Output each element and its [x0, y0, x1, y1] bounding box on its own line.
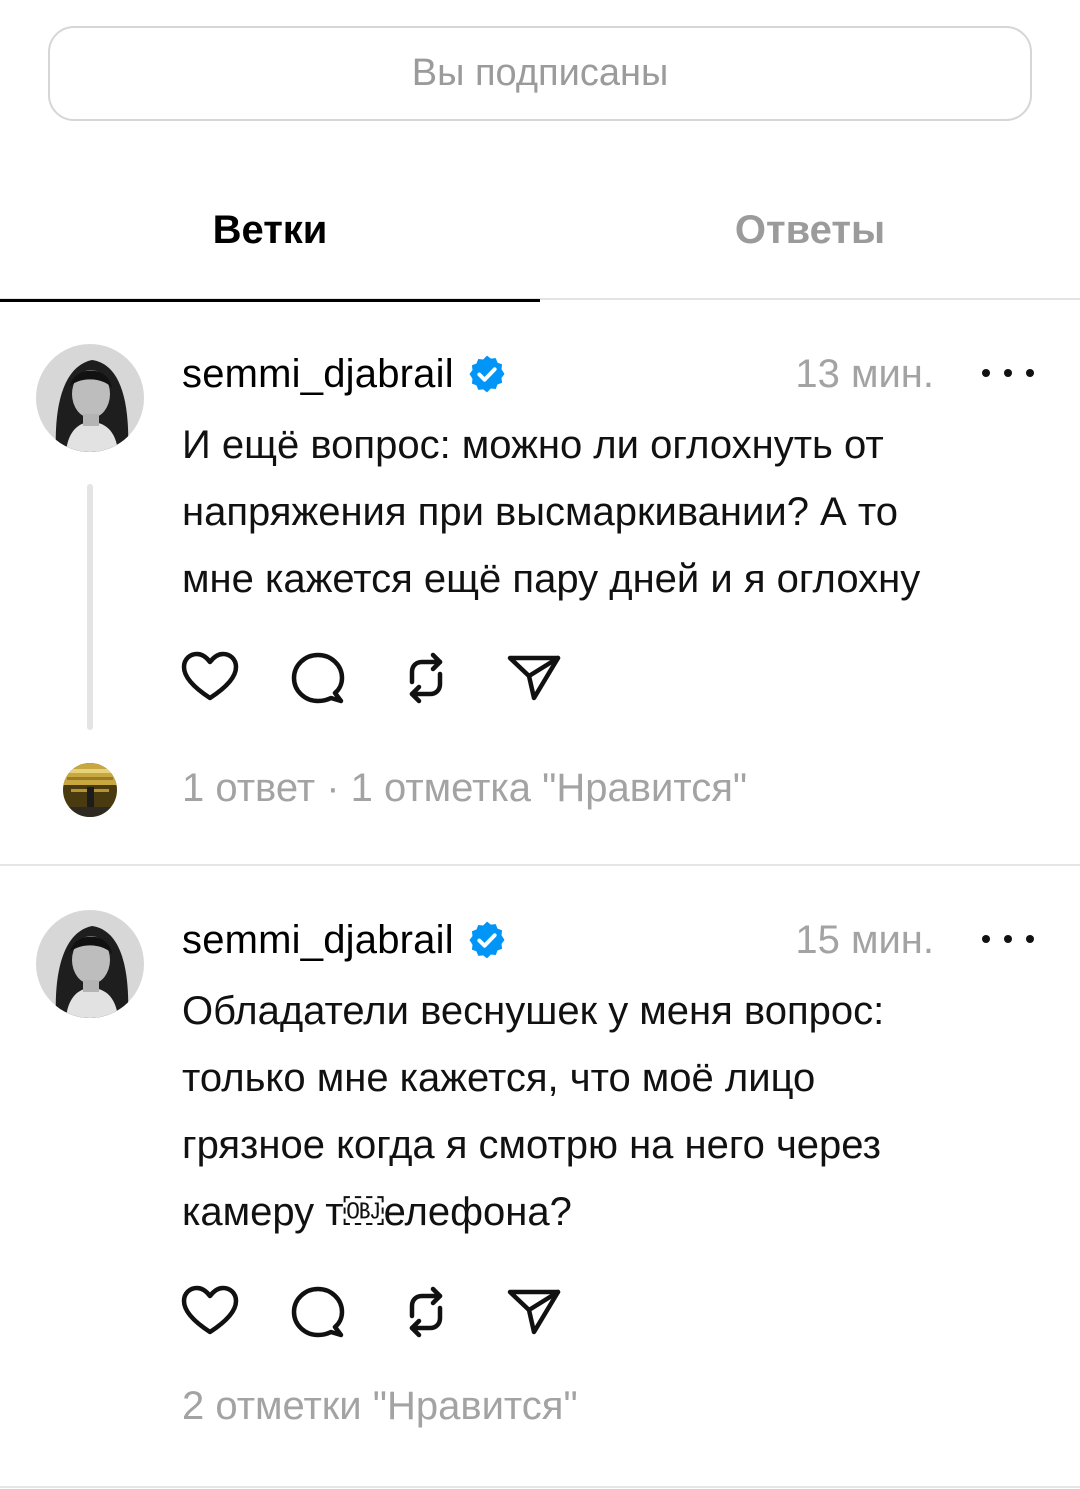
- post-time: 13 мин.: [795, 351, 934, 396]
- share-button[interactable]: [504, 1282, 564, 1342]
- post-time: 15 мин.: [795, 917, 934, 962]
- post-header: semmi_djabrail: [182, 910, 508, 970]
- text-line: грязное когда я смотрю на него через: [182, 1123, 881, 1167]
- reply-avatar[interactable]: [63, 763, 117, 817]
- text-line: И ещё вопрос: можно ли оглохнуть от: [182, 423, 884, 467]
- tab-threads[interactable]: Ветки: [0, 160, 540, 302]
- tab-replies[interactable]: Ответы: [540, 160, 1080, 300]
- post-actions: [180, 1282, 612, 1342]
- post-text: Обладатели веснушек у меня вопрос: тольк…: [182, 978, 1032, 1246]
- verified-badge-icon: [466, 353, 508, 395]
- repost-icon: [409, 652, 443, 704]
- comment-bubble-icon: [291, 652, 345, 704]
- more-options-icon[interactable]: [982, 924, 1034, 954]
- profile-tabs: Ветки Ответы: [0, 160, 1080, 302]
- post-text: И ещё вопрос: можно ли оглохнуть от напр…: [182, 412, 1032, 613]
- send-icon: [507, 655, 561, 701]
- text-line: Обладатели веснушек у меня вопрос:: [182, 989, 885, 1033]
- text-line: только мне кажется, что моё лицо: [182, 1056, 816, 1100]
- avatar[interactable]: [36, 344, 144, 452]
- post-actions: [180, 648, 612, 708]
- thread-post[interactable]: semmi_djabrail 13 мин. И ещё вопрос: мож…: [0, 300, 1080, 866]
- comment-button[interactable]: [288, 648, 348, 708]
- thread-line: [87, 484, 93, 730]
- thread-post[interactable]: semmi_djabrail 15 мин. Обладатели веснуш…: [0, 866, 1080, 1488]
- following-button[interactable]: Вы подписаны: [48, 26, 1032, 121]
- verified-badge-icon: [466, 919, 508, 961]
- text-line: напряжения при высмаркивании? А то: [182, 490, 898, 534]
- comment-button[interactable]: [288, 1282, 348, 1342]
- text-line: камеру т￼елефона?: [182, 1190, 572, 1234]
- like-button[interactable]: [180, 1282, 240, 1342]
- post-header: semmi_djabrail: [182, 344, 508, 404]
- text-line: мне кажется ещё пару дней и я оглохну: [182, 557, 921, 601]
- heart-icon: [181, 1285, 239, 1335]
- share-button[interactable]: [504, 648, 564, 708]
- repost-icon: [409, 1286, 443, 1338]
- post-stats[interactable]: 1 ответ · 1 отметка "Нравится": [182, 766, 747, 811]
- comment-bubble-icon: [291, 1286, 345, 1338]
- username[interactable]: semmi_djabrail: [182, 352, 454, 397]
- like-button[interactable]: [180, 648, 240, 708]
- heart-icon: [181, 651, 239, 701]
- repost-button[interactable]: [396, 1282, 456, 1342]
- post-stats[interactable]: 2 отметки "Нравится": [182, 1384, 578, 1429]
- more-options-icon[interactable]: [982, 358, 1034, 388]
- username[interactable]: semmi_djabrail: [182, 918, 454, 963]
- send-icon: [507, 1289, 561, 1335]
- avatar[interactable]: [36, 910, 144, 1018]
- repost-button[interactable]: [396, 648, 456, 708]
